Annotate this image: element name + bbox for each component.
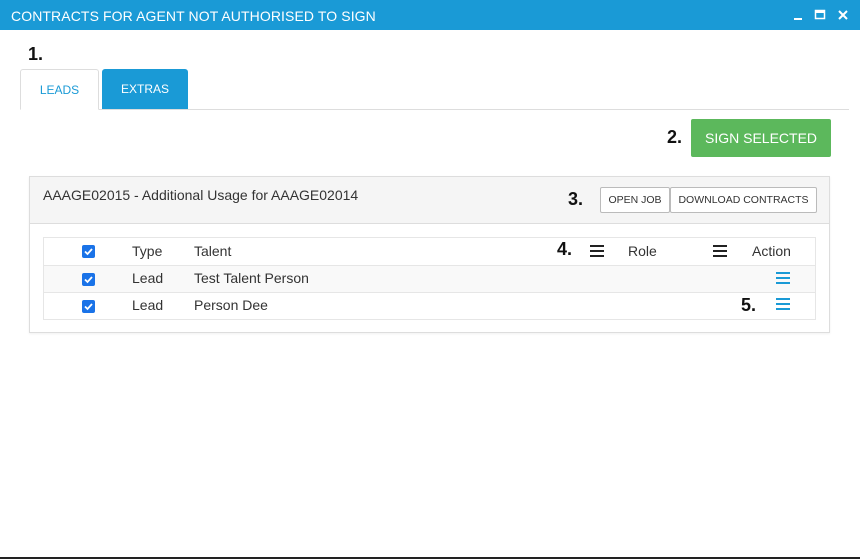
row-action-menu-icon[interactable]	[776, 272, 790, 284]
annotation-step-2: 2.	[667, 127, 683, 147]
column-header-role: Role	[628, 243, 657, 259]
row-checkbox[interactable]	[82, 300, 95, 313]
talent-table: Type Talent 4. Role Action Lead Test Tal…	[43, 237, 816, 320]
download-contracts-button[interactable]: DOWNLOAD CONTRACTS	[670, 187, 817, 213]
job-title: AAAGE02015 - Additional Usage for AAAGE0…	[43, 187, 359, 203]
column-header-type: Type	[132, 243, 163, 259]
row-type: Lead	[132, 270, 164, 286]
tab-extras[interactable]: EXTRAS	[102, 69, 188, 109]
select-all-checkbox[interactable]	[82, 245, 95, 258]
row-talent: Person Dee	[194, 297, 268, 313]
row-type: Lead	[132, 297, 164, 313]
annotation-step-5: 5.	[741, 295, 757, 315]
maximize-icon[interactable]	[812, 7, 828, 23]
table-header-row: Type Talent 4. Role Action	[44, 238, 815, 265]
close-icon[interactable]	[835, 7, 851, 23]
tabs-divider	[20, 109, 849, 110]
annotation-step-1: 1.	[28, 44, 44, 64]
row-checkbox[interactable]	[82, 273, 95, 286]
job-panel-header: AAAGE02015 - Additional Usage for AAAGE0…	[30, 177, 829, 224]
role-column-menu-icon[interactable]	[713, 245, 727, 257]
table-row: Lead Test Talent Person	[44, 265, 815, 293]
row-talent: Test Talent Person	[194, 270, 309, 286]
column-header-talent: Talent	[194, 243, 232, 259]
tab-leads[interactable]: LEADS	[20, 69, 99, 110]
column-header-action: Action	[752, 243, 791, 259]
row-action-menu-icon[interactable]	[776, 298, 790, 310]
job-panel: AAAGE02015 - Additional Usage for AAAGE0…	[29, 176, 830, 333]
minimize-icon[interactable]	[790, 7, 806, 23]
window-titlebar: CONTRACTS FOR AGENT NOT AUTHORISED TO SI…	[0, 0, 860, 30]
annotation-step-4: 4.	[557, 239, 573, 259]
annotation-step-3: 3.	[568, 189, 584, 209]
table-row: Lead Person Dee 5.	[44, 292, 815, 320]
sign-selected-button[interactable]: SIGN SELECTED	[691, 119, 831, 157]
open-job-button[interactable]: OPEN JOB	[600, 187, 670, 213]
window-title: CONTRACTS FOR AGENT NOT AUTHORISED TO SI…	[11, 8, 376, 24]
talent-column-menu-icon[interactable]	[590, 245, 604, 257]
